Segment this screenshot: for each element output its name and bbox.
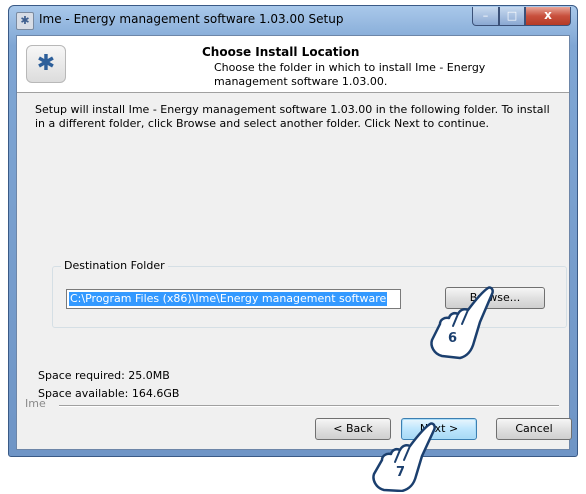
page-title: Choose Install Location [202, 45, 360, 59]
minimize-button[interactable]: – [472, 7, 499, 26]
maximize-button[interactable]: □ [499, 7, 525, 26]
callout-step-6: 6 [448, 331, 458, 346]
brand-label: Ime [25, 397, 46, 410]
destination-path-input[interactable]: C:\Program Files (x86)\Ime\Energy manage… [66, 289, 401, 309]
page-subtitle: Choose the folder in which to install Im… [214, 61, 486, 88]
destination-path-value: C:\Program Files (x86)\Ime\Energy manage… [69, 292, 388, 306]
pointing-hand-icon [372, 422, 436, 492]
cancel-button[interactable]: Cancel [496, 418, 572, 440]
close-icon: x [544, 8, 552, 22]
close-button[interactable]: x [525, 7, 571, 26]
callout-step-7: 7 [396, 465, 406, 480]
title-bar[interactable]: ✱ Ime - Energy management software 1.03.… [9, 6, 577, 34]
installer-window: ✱ Ime - Energy management software 1.03.… [8, 5, 578, 457]
installer-header-icon: ✱ [26, 45, 66, 83]
footer-divider [59, 405, 559, 407]
minimize-icon: – [482, 9, 489, 22]
destination-folder-label: Destination Folder [61, 259, 168, 272]
space-required: Space required: 25.0MB [38, 369, 170, 382]
installer-app-icon: ✱ [16, 12, 34, 30]
maximize-icon: □ [506, 9, 518, 22]
dialog-client-area: ✱ Choose Install Location Choose the fol… [16, 35, 572, 450]
intro-text: Setup will install Ime - Energy manageme… [35, 103, 550, 130]
pointing-hand-icon [430, 286, 494, 360]
page-header: ✱ Choose Install Location Choose the fol… [17, 36, 569, 93]
window-title: Ime - Energy management software 1.03.00… [39, 12, 344, 26]
space-available: Space available: 164.6GB [38, 387, 180, 400]
